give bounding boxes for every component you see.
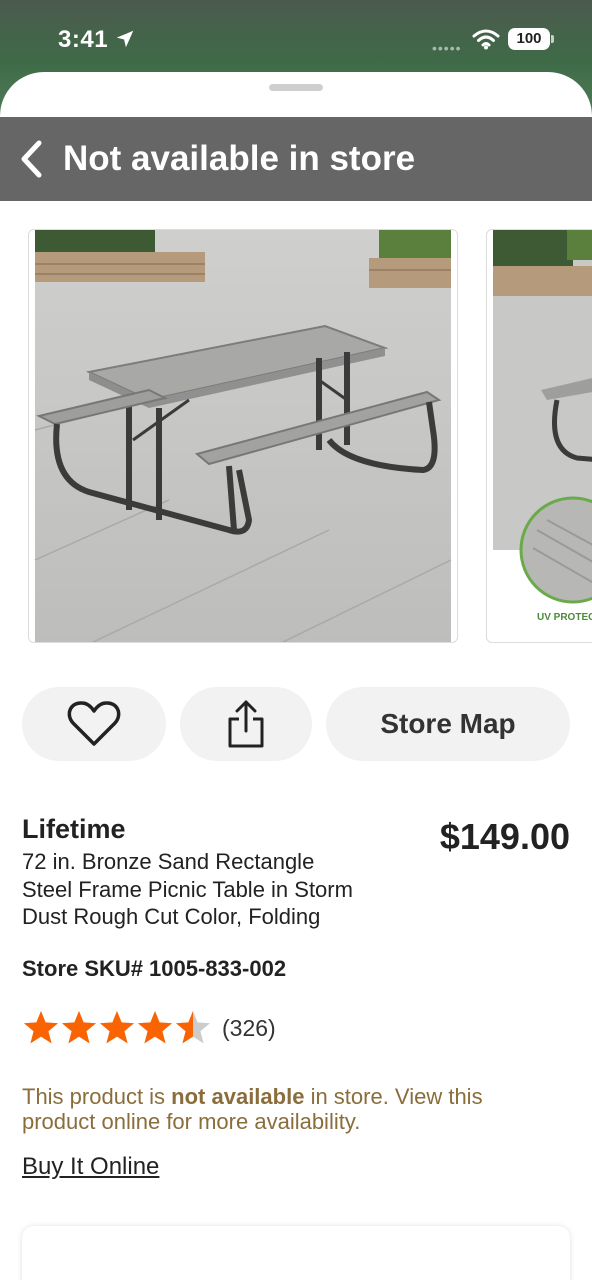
- star-icon: [138, 1011, 172, 1044]
- battery-indicator: 100: [508, 28, 550, 50]
- sku-value: 1005-833-002: [149, 956, 287, 981]
- sheet-grabber[interactable]: [269, 84, 323, 91]
- favorite-button[interactable]: [22, 687, 166, 761]
- sku-label: Store SKU#: [22, 956, 144, 981]
- star-icon: [176, 1011, 210, 1044]
- product-price: $149.00: [439, 816, 570, 857]
- product-image-card[interactable]: UV PROTECT: [486, 229, 592, 643]
- star-icon: [100, 1011, 134, 1044]
- star-icon: [62, 1011, 96, 1044]
- back-chevron-icon[interactable]: [18, 139, 44, 179]
- picnic-table-detail-photo: UV PROTECT: [493, 230, 592, 623]
- signal-dots-icon: •••••: [432, 40, 462, 56]
- product-brand: Lifetime: [22, 814, 126, 844]
- status-time: 3:41: [58, 26, 109, 53]
- heart-icon: [67, 701, 121, 746]
- product-image-card[interactable]: [28, 229, 458, 643]
- availability-notice: This product is not available in store. …: [22, 1084, 562, 1134]
- bottom-card: [22, 1226, 570, 1280]
- page-title: Not available in store: [63, 139, 416, 178]
- status-bar: 3:41 ••••• 100: [0, 0, 592, 72]
- store-map-button[interactable]: Store Map: [326, 687, 570, 761]
- share-button[interactable]: [180, 687, 312, 761]
- product-sheet: Not available in store UV PROTE Store Ma…: [0, 72, 592, 1280]
- action-buttons: Store Map: [0, 687, 592, 761]
- share-icon: [228, 700, 264, 748]
- location-arrow-icon: [116, 30, 134, 48]
- review-count: (326): [222, 1014, 276, 1041]
- star-icon: [24, 1011, 58, 1044]
- rating-stars: [22, 1009, 212, 1047]
- nav-bar: Not available in store: [0, 117, 592, 201]
- product-sku: Store SKU# 1005-833-002: [22, 956, 286, 982]
- image-gallery[interactable]: UV PROTECT: [0, 229, 592, 643]
- notice-text-before: This product is: [22, 1084, 172, 1109]
- notice-text-bold: not available: [171, 1084, 305, 1109]
- wifi-icon: [472, 29, 500, 50]
- picnic-table-photo: [34, 230, 452, 642]
- product-description: 72 in. Bronze Sand Rectangle Steel Frame…: [22, 849, 353, 929]
- image-caption: UV PROTECT: [537, 612, 592, 623]
- battery-tip: [551, 35, 554, 43]
- product-rating[interactable]: (326): [22, 1008, 276, 1048]
- buy-online-link[interactable]: Buy It Online: [22, 1153, 159, 1181]
